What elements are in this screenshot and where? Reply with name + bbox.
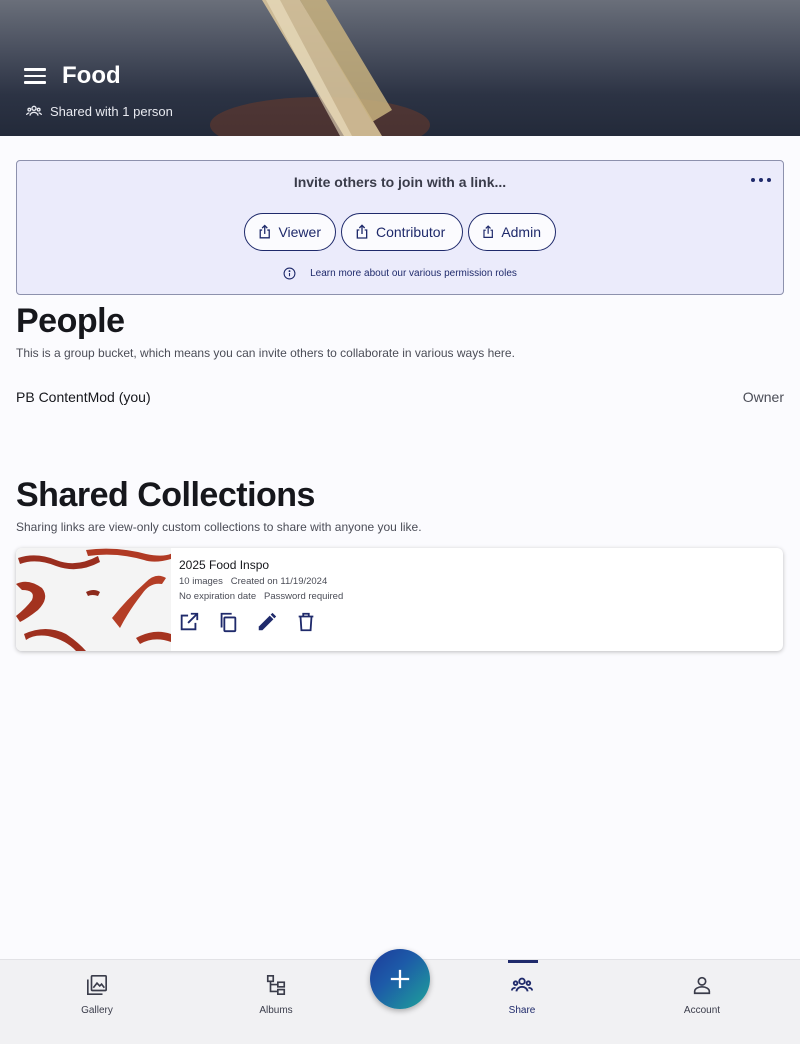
invite-title: Invite others to join with a link... (293, 174, 507, 190)
collection-thumbnail (16, 548, 171, 651)
open-collection-button[interactable] (178, 611, 200, 633)
menu-button[interactable] (24, 68, 46, 86)
people-description: This is a group bucket, which means you … (16, 346, 515, 360)
member-role: Owner (742, 389, 784, 405)
info-icon (283, 267, 296, 280)
invite-viewer-button[interactable]: Viewer (244, 213, 336, 251)
edit-collection-button[interactable] (256, 611, 278, 633)
contributor-label: Contributor (376, 224, 446, 240)
learn-more-link[interactable]: Learn more about our various permission … (310, 268, 517, 279)
shared-with-info: Shared with 1 person (26, 103, 173, 119)
open-external-icon (180, 612, 199, 631)
nav-albums-label: Albums (259, 1005, 293, 1016)
edit-icon (258, 612, 277, 631)
member-name: PB ContentMod (you) (16, 389, 151, 405)
nav-account-label: Account (683, 1005, 721, 1016)
account-icon (693, 976, 711, 995)
people-icon (26, 105, 42, 116)
album-header: Food Shared with 1 person (0, 0, 800, 136)
collection-meta-line-1: 10 images Created on 11/19/2024 (179, 576, 327, 587)
album-title: Food (62, 62, 121, 89)
collection-card[interactable]: 2025 Food Inspo 10 images Created on 11/… (16, 548, 783, 651)
shared-collections-description: Sharing links are view-only custom colle… (16, 520, 422, 534)
people-heading: People (16, 302, 125, 340)
nav-gallery-label: Gallery (81, 1005, 113, 1016)
copy-icon (220, 612, 237, 633)
collection-image-count: 10 images (179, 576, 223, 587)
share-upload-icon (356, 224, 368, 239)
more-options-button[interactable] (751, 173, 771, 187)
nav-albums[interactable]: Albums (216, 960, 336, 1044)
collection-password: Password required (264, 591, 344, 602)
plus-icon (390, 969, 410, 989)
nav-gallery[interactable]: Gallery (37, 960, 157, 1044)
learn-more-row: Learn more about our various permission … (17, 267, 783, 280)
shared-with-text: Shared with 1 person (50, 103, 173, 119)
collection-title: 2025 Food Inspo (179, 558, 270, 572)
invite-contributor-button[interactable]: Contributor (341, 213, 463, 251)
share-upload-icon (259, 224, 270, 239)
collection-actions (178, 611, 317, 633)
collection-meta-line-2: No expiration date Password required (179, 591, 343, 602)
share-people-icon (511, 977, 533, 992)
admin-label: Admin (501, 224, 541, 240)
nav-share-label: Share (508, 1005, 536, 1016)
role-buttons: Viewer Contributor Admin (17, 213, 783, 251)
share-upload-icon (483, 225, 493, 238)
viewer-label: Viewer (278, 224, 321, 240)
invite-admin-button[interactable]: Admin (468, 213, 556, 251)
nav-account[interactable]: Account (642, 960, 762, 1044)
gallery-icon (87, 975, 107, 995)
delete-collection-button[interactable] (295, 611, 317, 633)
add-fab-button[interactable] (370, 949, 430, 1009)
collection-expiration: No expiration date (179, 591, 257, 602)
more-dots-icon (751, 178, 755, 182)
shared-collections-heading: Shared Collections (16, 476, 315, 514)
albums-icon (266, 975, 286, 995)
invite-card: Invite others to join with a link... Vie… (16, 160, 784, 295)
collection-created-date: Created on 11/19/2024 (230, 576, 328, 587)
delete-icon (298, 612, 314, 632)
menu-icon (24, 68, 46, 71)
nav-share[interactable]: Share (462, 960, 582, 1044)
copy-link-button[interactable] (217, 611, 239, 633)
